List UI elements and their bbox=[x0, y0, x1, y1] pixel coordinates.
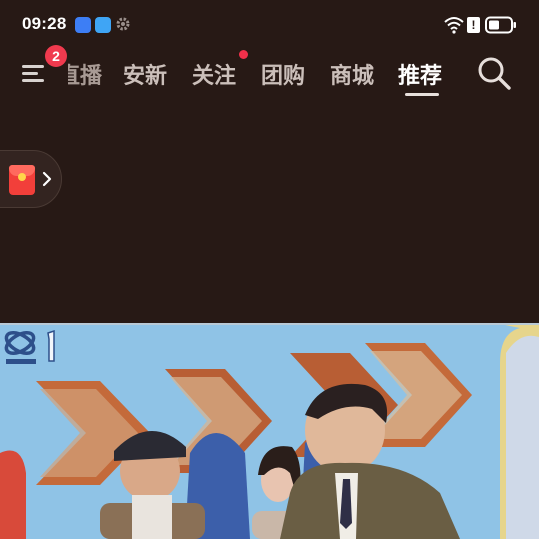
tab-anxin[interactable]: 安新 bbox=[123, 58, 167, 90]
red-envelope-coin bbox=[18, 173, 26, 181]
tab-mall[interactable]: 商城 bbox=[330, 58, 374, 90]
status-bar: 09:28 ! bbox=[0, 0, 539, 48]
top-nav: 2 直播 安新 关注 团购 商城 推荐 bbox=[0, 45, 539, 100]
menu-button[interactable] bbox=[20, 60, 48, 88]
settings-gear-icon bbox=[116, 17, 130, 31]
chevron-right-icon bbox=[42, 171, 52, 187]
search-icon[interactable] bbox=[476, 55, 512, 91]
notification-count-badge: 2 bbox=[45, 45, 67, 67]
alert-icon: ! bbox=[467, 17, 480, 33]
weather-app-icon bbox=[95, 17, 111, 33]
video-player[interactable] bbox=[0, 323, 539, 539]
tab-following[interactable]: 关注 bbox=[192, 58, 236, 90]
menu-icon-line bbox=[22, 79, 44, 82]
red-envelope-button[interactable] bbox=[0, 150, 62, 208]
tab-recommend[interactable]: 推荐 bbox=[398, 58, 442, 90]
wifi-icon bbox=[444, 17, 464, 34]
tab-group-buy[interactable]: 团购 bbox=[261, 58, 305, 90]
video-frame-image bbox=[0, 323, 539, 539]
red-envelope-icon bbox=[9, 165, 35, 195]
tab-live[interactable]: 直播 bbox=[68, 58, 102, 90]
status-time: 09:28 bbox=[22, 14, 67, 33]
menu-icon bbox=[22, 65, 44, 68]
active-tab-indicator bbox=[405, 93, 439, 96]
following-unread-dot bbox=[239, 50, 248, 59]
message-app-icon bbox=[75, 17, 91, 33]
channel-1-logo-icon bbox=[4, 329, 55, 364]
menu-icon-line bbox=[22, 72, 38, 75]
battery-icon bbox=[485, 16, 516, 34]
